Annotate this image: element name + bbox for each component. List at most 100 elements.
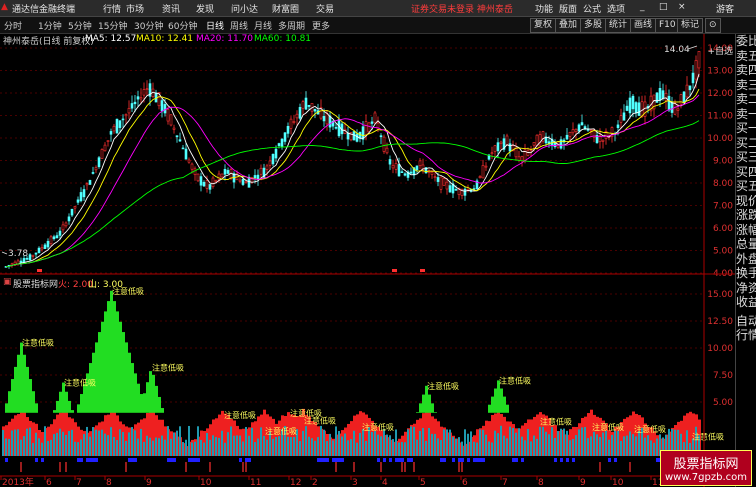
menu-item-formula[interactable]: 公式: [583, 2, 601, 15]
cyan-bar: [275, 436, 277, 456]
ma5-value: MA5: 12.57: [85, 34, 137, 44]
target-icon[interactable]: ⊙: [705, 18, 721, 33]
cyan-bar: [302, 430, 304, 456]
menu-item-ask[interactable]: 问小达: [231, 2, 258, 15]
cyan-bar: [128, 432, 130, 456]
tab-60min[interactable]: 60分钟: [168, 19, 197, 32]
candle-body: [226, 170, 230, 174]
blue-dot: [389, 458, 392, 462]
menu-item-trade[interactable]: 交易: [316, 2, 334, 15]
candle-body: [175, 135, 179, 138]
cyan-bar: [179, 426, 181, 456]
candle-body: [166, 109, 170, 122]
cyan-bar: [530, 441, 532, 456]
blue-dot: [467, 458, 470, 462]
cyan-bar: [608, 439, 610, 456]
side-item-3[interactable]: 卖三: [736, 78, 756, 93]
tab-5min[interactable]: 5分钟: [68, 19, 92, 32]
cyan-bar: [257, 438, 259, 456]
side-item-12[interactable]: 涨跌: [736, 208, 756, 223]
menu-item-wealth[interactable]: 财富圈: [272, 2, 299, 15]
cyan-bar: [398, 442, 400, 456]
indicator-name[interactable]: 股票指标网: [13, 277, 58, 290]
blue-dot: [479, 458, 482, 462]
tab-15min[interactable]: 15分钟: [98, 19, 127, 32]
tab-weekly[interactable]: 周线: [230, 19, 248, 32]
side-item-8[interactable]: 买三: [736, 150, 756, 165]
green-bar: [416, 412, 419, 413]
green-bar: [137, 383, 140, 413]
candle-body: [187, 159, 191, 163]
cyan-bar: [458, 437, 460, 456]
side-item-6[interactable]: 买一: [736, 121, 756, 136]
blue-dot: [95, 458, 98, 462]
tab-1min[interactable]: 1分钟: [38, 19, 62, 32]
cyan-bar: [527, 429, 529, 456]
menu-item-market[interactable]: 市场: [126, 2, 144, 15]
cyan-bar: [47, 440, 49, 456]
side-item-15[interactable]: 外盘: [736, 252, 756, 267]
tab-monthly[interactable]: 月线: [254, 19, 272, 32]
side-item-18[interactable]: 收益: [736, 295, 756, 310]
candle-body: [79, 192, 83, 202]
cyan-bar: [287, 436, 289, 456]
period-toolbar: 分时 1分钟 5分钟 15分钟 30分钟 60分钟 日线 周线 月线 多周期 更…: [0, 17, 756, 34]
mark-button[interactable]: 标记: [677, 18, 704, 33]
candle-body: [682, 91, 686, 104]
side-item-13[interactable]: 涨幅: [736, 223, 756, 238]
cyan-bar: [623, 436, 625, 456]
side-item-10[interactable]: 买五: [736, 179, 756, 194]
cyan-bar: [116, 440, 118, 456]
side-item-17[interactable]: 净资: [736, 281, 756, 296]
tab-multi-period[interactable]: 多周期: [278, 19, 305, 32]
indicator-toggle-icon[interactable]: ▣: [3, 277, 12, 287]
promo-text[interactable]: 证券交易未登录 神州泰岳: [411, 2, 513, 15]
auto-select-label[interactable]: +自选: [707, 45, 733, 57]
side-item-5[interactable]: 卖一: [736, 107, 756, 122]
stats-button[interactable]: 统计: [605, 18, 632, 33]
menu-item-discover[interactable]: 发现: [196, 2, 214, 15]
side-item-9[interactable]: 买四: [736, 165, 756, 180]
blue-dot: [461, 458, 464, 462]
multi-stock-button[interactable]: 多股: [580, 18, 607, 33]
draw-line-button[interactable]: 画线: [630, 18, 657, 33]
candle-body: [526, 150, 530, 156]
tab-minute[interactable]: 分时: [4, 19, 22, 32]
guest-label[interactable]: 游客: [716, 2, 734, 15]
green-bar: [152, 374, 155, 413]
menu-item-options[interactable]: 选项: [607, 2, 625, 15]
side-item-20[interactable]: 行情: [736, 328, 756, 343]
candle-body: [127, 108, 131, 114]
side-item-2[interactable]: 卖四: [736, 63, 756, 78]
tab-daily[interactable]: 日线: [206, 19, 224, 32]
minimize-icon[interactable]: _: [640, 2, 645, 12]
side-item-4[interactable]: 卖二: [736, 92, 756, 107]
side-item-16[interactable]: 换手: [736, 266, 756, 281]
side-item-7[interactable]: 买二: [736, 136, 756, 151]
tab-more[interactable]: 更多: [312, 19, 330, 32]
cyan-bar: [416, 439, 418, 456]
close-icon[interactable]: ×: [678, 2, 686, 12]
tab-30min[interactable]: 30分钟: [134, 19, 163, 32]
side-item-19[interactable]: 自动: [736, 314, 756, 329]
cyan-bar: [2, 430, 4, 456]
price-axis-label: 12.00: [707, 89, 733, 99]
cyan-bar: [452, 437, 454, 456]
adjust-button[interactable]: 复权: [530, 18, 557, 33]
overlay-button[interactable]: 叠加: [555, 18, 582, 33]
f10-button[interactable]: F10: [655, 18, 680, 33]
app-name: 通达信金融终端: [12, 5, 76, 15]
menu-item-function[interactable]: 功能: [535, 2, 553, 15]
side-item-14[interactable]: 总量: [736, 237, 756, 252]
maximize-icon[interactable]: □: [659, 2, 668, 12]
side-item-0[interactable]: 委比: [736, 34, 756, 49]
green-bar: [125, 342, 128, 413]
kline-chart[interactable]: 注意低吸注意低吸注意低吸注意低吸注意低吸注意低吸注意低吸注意低吸注意低吸注意低吸…: [0, 34, 735, 487]
menu-item-quotes[interactable]: 行情: [103, 2, 121, 15]
cyan-bar: [140, 428, 142, 456]
side-item-11[interactable]: 现价: [736, 194, 756, 209]
side-item-1[interactable]: 卖五: [736, 49, 756, 64]
menu-item-layout[interactable]: 版面: [559, 2, 577, 15]
menu-item-news[interactable]: 资讯: [162, 2, 180, 15]
blue-dot: [440, 458, 443, 462]
